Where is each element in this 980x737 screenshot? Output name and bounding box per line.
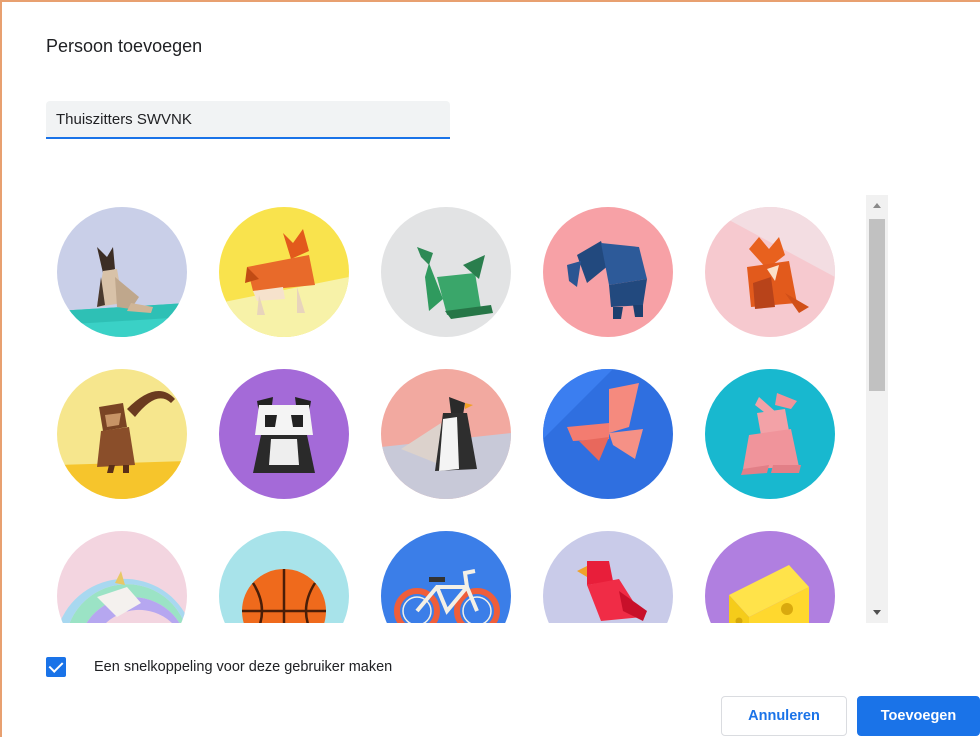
scroll-thumb[interactable] — [869, 219, 885, 391]
shortcut-label: Een snelkoppeling voor deze gebruiker ma… — [94, 659, 393, 675]
shortcut-checkbox[interactable] — [46, 657, 66, 677]
name-input[interactable] — [46, 101, 450, 137]
avatar-elephant[interactable] — [543, 207, 673, 337]
bicycle-icon — [381, 531, 511, 623]
avatar-cheese[interactable] — [705, 531, 835, 623]
avatar-panda[interactable] — [219, 369, 349, 499]
basketball-icon — [219, 531, 349, 623]
bird-icon — [543, 531, 673, 623]
scroll-down-arrow-icon[interactable] — [866, 601, 888, 623]
elephant-icon — [543, 207, 673, 337]
avatar-basketball[interactable] — [219, 531, 349, 623]
cat-icon — [57, 207, 187, 337]
avatar-grid — [44, 195, 859, 623]
scroll-up-arrow-icon[interactable] — [866, 195, 888, 217]
avatar-unicorn[interactable] — [57, 531, 187, 623]
butterfly-icon — [543, 369, 673, 499]
shortcut-option[interactable]: Een snelkoppeling voor deze gebruiker ma… — [46, 655, 392, 679]
avatar-fox[interactable] — [705, 207, 835, 337]
avatar-corgi[interactable] — [219, 207, 349, 337]
avatar-dragon[interactable] — [381, 207, 511, 337]
avatar-cat[interactable] — [57, 207, 187, 337]
fox-icon — [705, 207, 835, 337]
cancel-button[interactable]: Annuleren — [721, 696, 847, 736]
rabbit-icon — [705, 369, 835, 499]
window-frame-top — [0, 0, 980, 2]
add-person-dialog: Persoon toevoegen Thuiszitters SWVNK Een… — [0, 0, 980, 737]
add-button[interactable]: Toevoegen — [857, 696, 980, 736]
avatar-bicycle[interactable] — [381, 531, 511, 623]
avatar-grid-scrollbar[interactable] — [866, 195, 888, 623]
panda-icon — [219, 369, 349, 499]
avatar-butterfly[interactable] — [543, 369, 673, 499]
dragon-icon — [381, 207, 511, 337]
dialog-title: Persoon toevoegen — [46, 36, 203, 56]
corgi-icon — [219, 207, 349, 337]
avatar-monkey[interactable] — [57, 369, 187, 499]
window-frame-left — [0, 0, 2, 737]
cheese-icon — [705, 531, 835, 623]
penguin-icon — [381, 369, 511, 499]
unicorn-icon — [57, 531, 187, 623]
avatar-penguin[interactable] — [381, 369, 511, 499]
avatar-rabbit[interactable] — [705, 369, 835, 499]
name-field[interactable] — [46, 101, 450, 139]
avatar-bird[interactable] — [543, 531, 673, 623]
monkey-icon — [57, 369, 187, 499]
